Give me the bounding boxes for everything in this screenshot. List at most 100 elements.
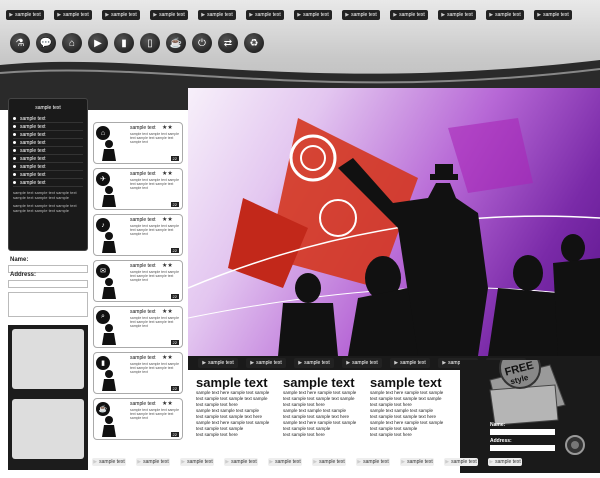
top-nav-item[interactable]: ▶ sample text — [246, 10, 284, 20]
top-nav-item[interactable]: ▶ sample text — [198, 10, 236, 20]
sidebar-item[interactable]: sample text — [13, 179, 83, 187]
feed-card[interactable]: ♪ sample text ★★ sample text sample text sa… — [93, 214, 183, 256]
sidebar-item[interactable]: sample text — [13, 131, 83, 139]
bullet-icon — [13, 141, 16, 144]
top-nav-item[interactable]: ▶ sample text — [342, 10, 380, 20]
hero-strip-item[interactable]: ▶sample text — [198, 358, 238, 368]
feed-count: 22 — [170, 386, 179, 391]
bottom-nav-item[interactable]: ▶ sample text — [444, 458, 478, 466]
bottom-nav-item[interactable]: ▶ sample text — [268, 458, 302, 466]
bottom-nav-item[interactable]: ▶ sample text — [312, 458, 346, 466]
silhouette-icon — [102, 278, 116, 299]
hero-strip-item[interactable]: ▶sample text — [246, 358, 286, 368]
feed-card[interactable]: ▮ sample text ★★ sample text sample text sa… — [93, 352, 183, 394]
feed-card[interactable]: ⌕ sample text ★★ sample text sample text sa… — [93, 306, 183, 348]
feed-card[interactable]: ☕ sample text ★★ sample text sample text sa… — [93, 398, 183, 440]
rating-stars: ★★ — [162, 263, 173, 269]
nav-label: sample text — [303, 12, 329, 18]
sidebar-item[interactable]: sample text — [13, 171, 83, 179]
bullet-icon — [13, 125, 16, 128]
arrow-icon: ▶ — [297, 12, 302, 18]
nav-label: sample text — [15, 12, 41, 18]
sidebar-item[interactable]: sample text — [13, 139, 83, 147]
arrow-icon: ▶ — [57, 12, 62, 18]
top-nav-item[interactable]: ▶ sample text — [150, 10, 188, 20]
sidebar-item[interactable]: sample text — [13, 163, 83, 171]
top-nav-item[interactable]: ▶ sample text — [390, 10, 428, 20]
feed-card[interactable]: ✈ sample text ★★ sample text sample text sa… — [93, 168, 183, 210]
feed-count: 22 — [170, 202, 179, 207]
silhouette-icon — [102, 140, 116, 161]
power-icon[interactable]: ⏻ — [192, 33, 212, 53]
feed-count: 22 — [170, 248, 179, 253]
arrow-icon: ▶ — [202, 360, 207, 366]
chat-icon[interactable]: 💬 — [36, 33, 56, 53]
address-field-1[interactable] — [8, 280, 88, 288]
feed-text: sample text sample text sample text samp… — [130, 408, 180, 420]
home-icon[interactable]: ⌂ — [62, 33, 82, 53]
nav-label: sample text — [495, 459, 521, 465]
bottom-nav-item[interactable]: ▶ sample text — [488, 458, 522, 466]
feed-title: sample text — [130, 355, 156, 361]
chart-icon[interactable]: ▮ — [114, 33, 134, 53]
nav-label: sample text — [187, 459, 213, 465]
top-nav-item[interactable]: ▶ sample text — [486, 10, 524, 20]
flask-icon[interactable]: ⚗ — [10, 33, 30, 53]
column-heading: sample text — [370, 375, 442, 390]
arrow-icon: ▶ — [250, 360, 255, 366]
mobile-icon[interactable]: ▯ — [140, 33, 160, 53]
nav-label: sample text — [407, 459, 433, 465]
nav-label: sample text — [231, 459, 257, 465]
arrow-icon: ▶ — [393, 12, 398, 18]
hero-strip-item[interactable]: ▶sample text — [390, 358, 430, 368]
top-nav-item[interactable]: ▶ sample text — [534, 10, 572, 20]
feed-title: sample text — [130, 171, 156, 177]
mug-icon[interactable]: ☕ — [166, 33, 186, 53]
sidebar-item[interactable]: sample text — [13, 115, 83, 123]
recycle-icon[interactable]: ♻ — [244, 33, 264, 53]
arrow-icon: ▶ — [105, 12, 110, 18]
feed-title: sample text — [130, 217, 156, 223]
hero-strip-item[interactable]: ▶sample text — [342, 358, 382, 368]
sidebar-item[interactable]: sample text — [13, 147, 83, 155]
arrow-icon: ▶ — [489, 459, 494, 465]
feed-card[interactable]: ✉ sample text ★★ sample text sample text sa… — [93, 260, 183, 302]
feed-card[interactable]: ⌂ sample text ★★ sample text sample text sa… — [93, 122, 183, 164]
silhouette-icon — [102, 324, 116, 345]
bottom-address-field[interactable] — [490, 445, 555, 451]
column-line: text sample text here — [370, 432, 412, 437]
chart-icon: ▮ — [96, 356, 110, 370]
promo-card[interactable] — [12, 399, 84, 459]
sidebar-blurb: sample text sample text sample text samp… — [13, 190, 77, 200]
bottom-nav-item[interactable]: ▶ sample text — [224, 458, 258, 466]
sidebar-item[interactable]: sample text — [13, 155, 83, 163]
address-field-2[interactable] — [8, 292, 88, 317]
concert-illustration — [188, 118, 600, 356]
bottom-nav-item[interactable]: ▶ sample text — [180, 458, 214, 466]
nav-label: sample text — [319, 459, 345, 465]
hero-strip-item[interactable]: ▶sample text — [294, 358, 334, 368]
arrow-icon: ▶ — [269, 459, 274, 465]
top-nav-item[interactable]: ▶ sample text — [438, 10, 476, 20]
feed-title: sample text — [130, 125, 156, 131]
bottom-nav-item[interactable]: ▶ sample text — [92, 458, 126, 466]
bottom-name-field[interactable] — [490, 429, 555, 435]
rating-stars: ★★ — [162, 401, 173, 407]
top-nav-item[interactable]: ▶ sample text — [102, 10, 140, 20]
arrow-icon: ▶ — [9, 12, 14, 18]
sidebar-item-label: sample text — [20, 147, 46, 154]
nav-label: sample text — [256, 360, 282, 366]
sidebar-item-label: sample text — [20, 155, 46, 162]
top-nav-item[interactable]: ▶ sample text — [54, 10, 92, 20]
arrows-icon[interactable]: ⇄ — [218, 33, 238, 53]
top-nav-item[interactable]: ▶ sample text — [294, 10, 332, 20]
sidebar-item[interactable]: sample text — [13, 123, 83, 131]
top-nav-item[interactable]: ▶ sample text — [6, 10, 44, 20]
play-icon[interactable]: ▶ — [88, 33, 108, 53]
bullet-icon — [13, 117, 16, 120]
arrow-icon: ▶ — [93, 459, 98, 465]
bottom-nav-item[interactable]: ▶ sample text — [400, 458, 434, 466]
bottom-nav-item[interactable]: ▶ sample text — [356, 458, 390, 466]
promo-card[interactable] — [12, 329, 84, 389]
bottom-nav-item[interactable]: ▶ sample text — [136, 458, 170, 466]
